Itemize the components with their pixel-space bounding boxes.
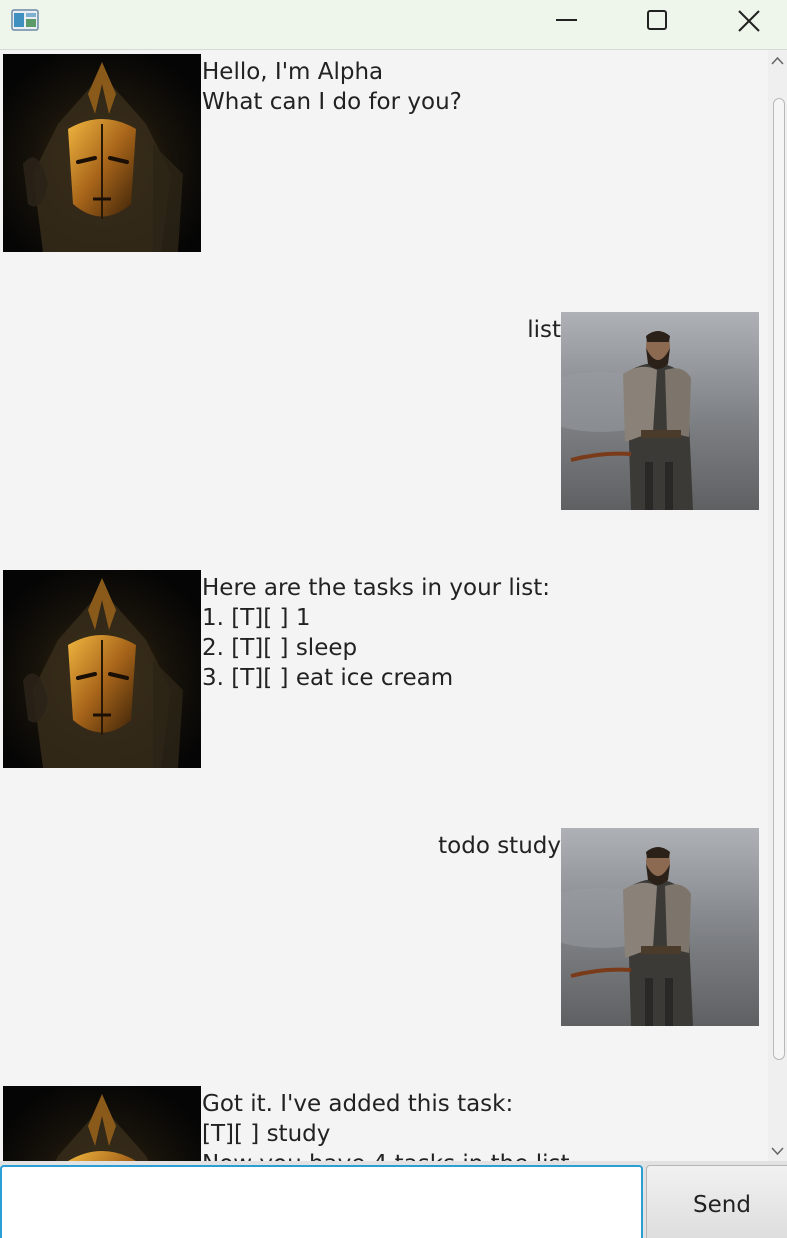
bot-message-text: Hello, I'm Alpha What can I do for you? — [202, 59, 462, 115]
input-bar: Send — [0, 1161, 787, 1238]
chevron-up-icon — [771, 56, 784, 65]
vertical-scrollbar[interactable] — [768, 50, 787, 1161]
user-avatar — [561, 312, 759, 510]
bot-avatar — [3, 570, 201, 768]
bot-message-text: Here are the tasks in your list: 1. [T][… — [202, 575, 550, 691]
dialog-row-user: list — [0, 312, 768, 512]
scrollbar-thumb[interactable] — [773, 98, 785, 1060]
send-button[interactable]: Send — [646, 1165, 787, 1238]
dialog-row-user: todo study — [0, 828, 768, 1028]
chat-scroll-area[interactable]: Hello, I'm Alpha What can I do for you? … — [0, 50, 768, 1161]
minimize-icon — [556, 19, 577, 21]
bot-message-text: Got it. I've added this task: [T][ ] stu… — [202, 1091, 577, 1161]
dialog-row-bot: Hello, I'm Alpha What can I do for you? — [0, 54, 768, 254]
minimize-button[interactable] — [544, 0, 590, 40]
bot-avatar — [3, 54, 201, 252]
close-icon — [738, 10, 760, 32]
dialog-row-bot: Got it. I've added this task: [T][ ] stu… — [0, 1086, 768, 1161]
scroll-up-button[interactable] — [768, 52, 787, 70]
app-window-icon — [11, 8, 39, 32]
user-message-text: list — [527, 317, 561, 343]
message-input[interactable] — [0, 1165, 643, 1238]
user-message-text: todo study — [438, 833, 561, 859]
maximize-icon — [647, 10, 667, 30]
maximize-button[interactable] — [634, 0, 680, 40]
bot-avatar — [3, 1086, 201, 1161]
scroll-down-button[interactable] — [768, 1142, 787, 1160]
user-avatar — [561, 828, 759, 1026]
app-window: Hello, I'm Alpha What can I do for you? … — [0, 0, 787, 1238]
title-bar — [0, 0, 787, 50]
close-button[interactable] — [726, 0, 772, 40]
send-button-label: Send — [693, 1192, 751, 1218]
chevron-down-icon — [771, 1147, 784, 1156]
dialog-row-bot: Here are the tasks in your list: 1. [T][… — [0, 570, 768, 770]
